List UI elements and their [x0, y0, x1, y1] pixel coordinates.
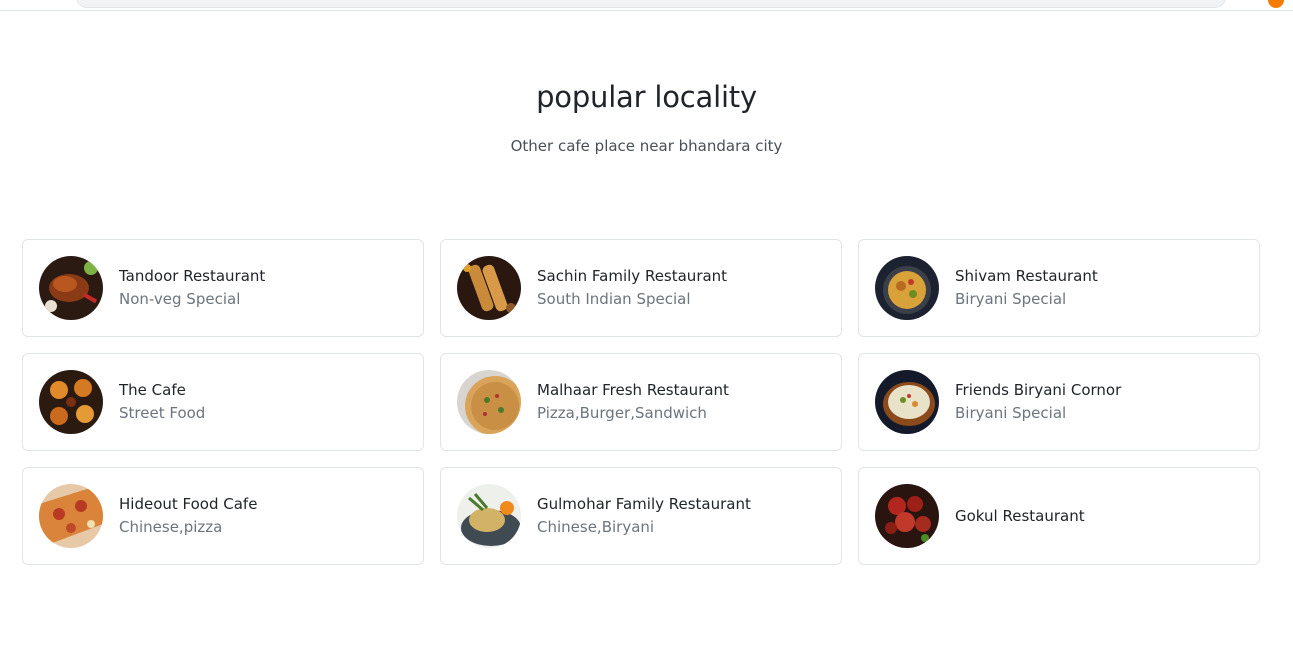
restaurant-image [875, 256, 939, 320]
restaurant-cuisine: South Indian Special [537, 290, 691, 308]
restaurant-name: Friends Biryani Cornor [955, 381, 1122, 399]
restaurant-name: Gulmohar Family Restaurant [537, 495, 751, 513]
section-title: popular locality [536, 80, 757, 114]
restaurant-name: Shivam Restaurant [955, 267, 1098, 285]
restaurant-card[interactable]: Gokul Restaurant [858, 467, 1260, 565]
restaurant-image [457, 370, 521, 434]
restaurant-card[interactable]: The Cafe Street Food [22, 353, 424, 451]
restaurant-cuisine: Biryani Special [955, 404, 1067, 422]
restaurant-grid: Tandoor Restaurant Non-veg Special Sachi… [22, 239, 1261, 565]
restaurant-card[interactable]: Hideout Food Cafe Chinese,pizza [22, 467, 424, 565]
restaurant-cuisine: Non-veg Special [119, 290, 241, 308]
restaurant-card[interactable]: Gulmohar Family Restaurant Chinese,Birya… [440, 467, 842, 565]
restaurant-cuisine: Chinese,pizza [119, 518, 223, 536]
restaurant-image [39, 256, 103, 320]
restaurant-card[interactable]: Sachin Family Restaurant South Indian Sp… [440, 239, 842, 337]
restaurant-image [39, 370, 103, 434]
browser-top-bar [0, 0, 1293, 11]
restaurant-name: Hideout Food Cafe [119, 495, 258, 513]
restaurant-image [875, 370, 939, 434]
restaurant-name: Sachin Family Restaurant [537, 267, 728, 285]
restaurant-image [875, 484, 939, 548]
restaurant-cuisine: Biryani Special [955, 290, 1067, 308]
restaurant-name: Malhaar Fresh Restaurant [537, 381, 729, 399]
restaurant-image [457, 256, 521, 320]
restaurant-cuisine: Pizza,Burger,Sandwich [537, 404, 707, 422]
restaurant-card[interactable]: Malhaar Fresh Restaurant Pizza,Burger,Sa… [440, 353, 842, 451]
restaurant-card[interactable]: Shivam Restaurant Biryani Special [858, 239, 1260, 337]
restaurant-card[interactable]: Tandoor Restaurant Non-veg Special [22, 239, 424, 337]
address-bar[interactable] [76, 0, 1226, 8]
restaurant-image [39, 484, 103, 548]
restaurant-name: Tandoor Restaurant [119, 267, 266, 285]
restaurant-cuisine: Chinese,Biryani [537, 518, 655, 536]
restaurant-cuisine: Street Food [119, 404, 206, 422]
restaurant-image [457, 484, 521, 548]
restaurant-name: The Cafe [119, 381, 186, 399]
restaurant-name: Gokul Restaurant [955, 507, 1085, 525]
profile-avatar-icon[interactable] [1268, 0, 1284, 8]
section-subtitle: Other cafe place near bhandara city [510, 137, 783, 155]
restaurant-card[interactable]: Friends Biryani Cornor Biryani Special [858, 353, 1260, 451]
